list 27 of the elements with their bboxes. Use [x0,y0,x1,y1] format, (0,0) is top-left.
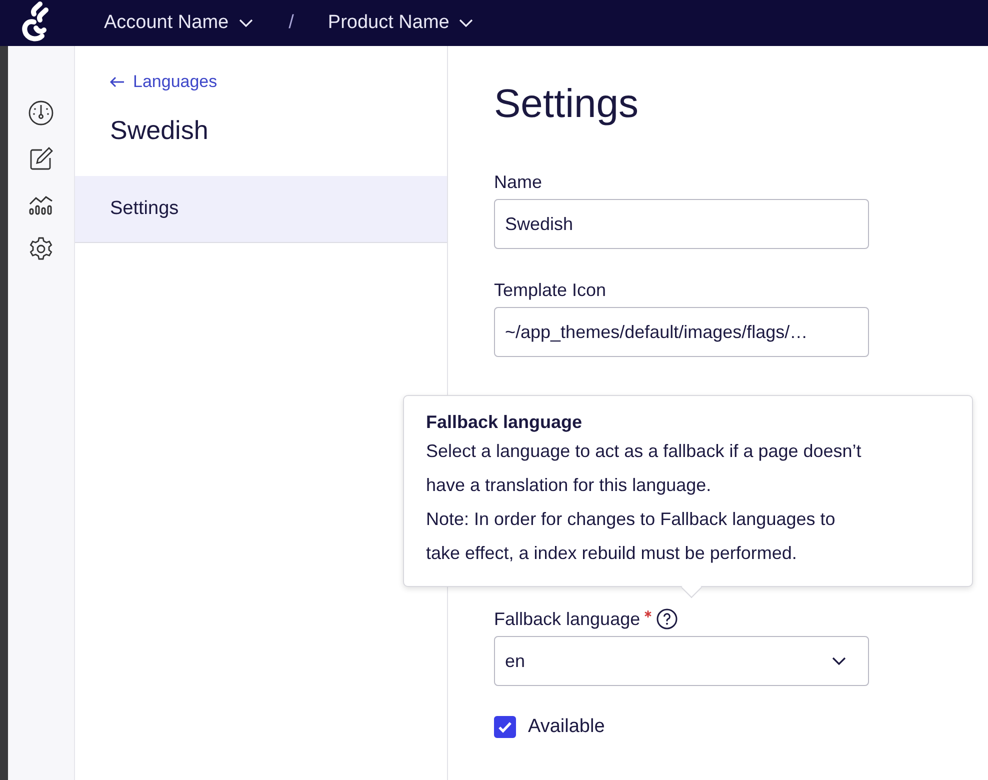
back-link[interactable]: Languages [109,72,218,92]
arrow-left-icon [109,76,125,88]
chevron-down-icon [238,18,253,28]
language-dropdown[interactable]: en [494,636,869,686]
chevron-down-icon [832,656,846,666]
check-icon [498,721,512,733]
help-icon[interactable] [656,608,678,630]
gauge-icon[interactable] [28,100,54,126]
page-title: Settings [494,82,640,127]
settings-icon[interactable] [28,236,54,262]
checkbox[interactable] [494,716,516,738]
checkbox-label: Available [528,716,605,738]
text-field[interactable]: ~/app_themes/default/images/flags/… [494,307,869,357]
tooltip-title: Fallback language [426,411,584,434]
edit-icon[interactable] [28,146,54,172]
breadcrumb-separator: / [288,12,294,34]
text-field[interactable]: Swedish [494,199,869,249]
chevron-down-icon [459,18,474,28]
field-label: Name [494,172,542,192]
language-title: Swedish [110,115,210,146]
field-label: Template Icon [494,280,606,300]
account-menu[interactable]: Account Name [104,12,253,34]
product-menu[interactable]: Product Name [328,12,474,34]
tooltip-text: Note: In order for changes to Fallback languages to take effect, a index rebuild must be performed. [426,508,836,565]
field-label: Fallback language [494,608,640,630]
sidebar-item[interactable]: Settings [75,176,447,243]
tooltip-text: Select a language to act as a fallback if a page doesn’t have a translation for this language. [426,440,862,497]
